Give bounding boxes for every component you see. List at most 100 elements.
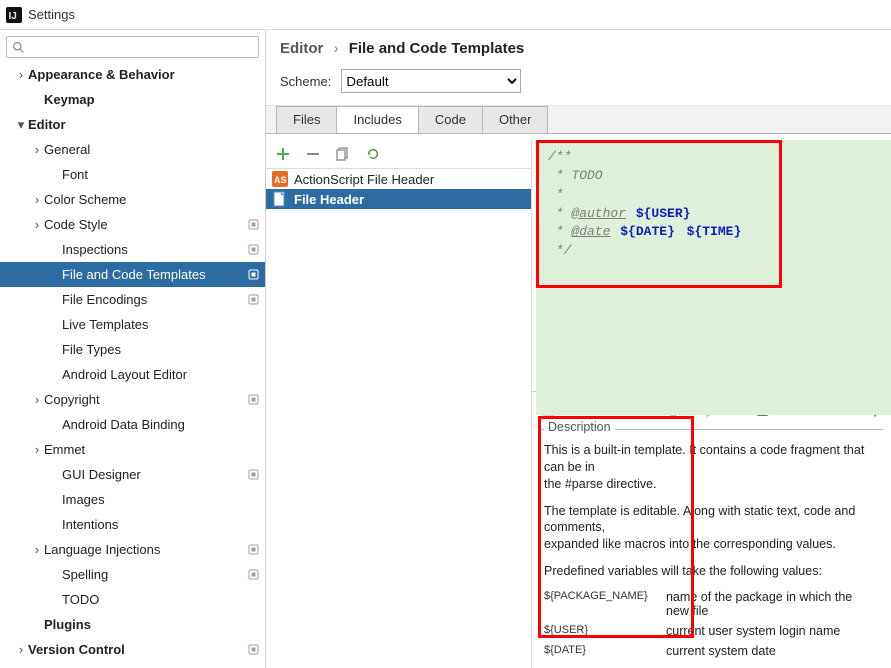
- sidebar-item-file-types[interactable]: File Types: [0, 337, 265, 362]
- per-project-icon: [247, 569, 259, 581]
- template-editor[interactable]: /** * TODO * * @author ${USER} * @date $…: [536, 140, 891, 415]
- sidebar-item-label: GUI Designer: [62, 462, 243, 487]
- sidebar-item-label: General: [44, 137, 259, 162]
- breadcrumb-root: Editor: [280, 40, 323, 57]
- settings-sidebar: ›Appearance & BehaviorKeymap▾Editor›Gene…: [0, 30, 266, 668]
- sidebar-item-android-layout-editor[interactable]: Android Layout Editor: [0, 362, 265, 387]
- breadcrumb: Editor › File and Code Templates: [266, 30, 891, 63]
- svg-text:AS: AS: [274, 175, 287, 185]
- sidebar-item-code-style[interactable]: ›Code Style: [0, 212, 265, 237]
- sidebar-item-label: Appearance & Behavior: [28, 62, 259, 87]
- description-body: This is a built-in template. It contains…: [544, 442, 877, 658]
- sidebar-item-file-and-code-templates[interactable]: File and Code Templates: [0, 262, 265, 287]
- titlebar: IJ Settings: [0, 0, 891, 30]
- sidebar-item-inspections[interactable]: Inspections: [0, 237, 265, 262]
- tab-files[interactable]: Files: [276, 106, 337, 133]
- variable-explanation: name of the package in which the new fil…: [666, 590, 877, 618]
- refresh-icon[interactable]: [364, 145, 382, 163]
- breadcrumb-sep-icon: ›: [328, 40, 345, 57]
- variable-name: ${PACKAGE_NAME}: [544, 590, 666, 618]
- app-icon: IJ: [6, 7, 22, 23]
- chevron-icon: ›: [30, 212, 44, 237]
- add-icon[interactable]: [274, 145, 292, 163]
- template-item-label: File Header: [294, 192, 364, 207]
- tab-code[interactable]: Code: [418, 106, 483, 133]
- sidebar-item-label: Inspections: [62, 237, 243, 262]
- sidebar-item-plugins[interactable]: Plugins: [0, 612, 265, 637]
- sidebar-item-label: Emmet: [44, 437, 259, 462]
- sidebar-item-label: Android Layout Editor: [62, 362, 259, 387]
- chevron-icon: ›: [14, 637, 28, 662]
- chevron-icon: ›: [30, 537, 44, 562]
- variable-row: ${DATE}current system date: [544, 644, 877, 658]
- sidebar-item-label: Android Data Binding: [62, 412, 259, 437]
- settings-tree[interactable]: ›Appearance & BehaviorKeymap▾Editor›Gene…: [0, 62, 265, 668]
- sidebar-item-label: Code Style: [44, 212, 243, 237]
- chevron-icon: ▾: [14, 112, 28, 137]
- sidebar-item-spelling[interactable]: Spelling: [0, 562, 265, 587]
- sidebar-item-images[interactable]: Images: [0, 487, 265, 512]
- sidebar-item-language-injections[interactable]: ›Language Injections: [0, 537, 265, 562]
- chevron-icon: ›: [14, 62, 28, 87]
- sidebar-item-file-encodings[interactable]: File Encodings: [0, 287, 265, 312]
- chevron-icon: ›: [30, 437, 44, 462]
- per-project-icon: [247, 544, 259, 556]
- template-tabs: FilesIncludesCodeOther: [266, 105, 891, 134]
- sidebar-item-appearance-behavior[interactable]: ›Appearance & Behavior: [0, 62, 265, 87]
- description-legend: Description: [544, 420, 615, 434]
- variable-row: ${USER}current user system login name: [544, 624, 877, 638]
- tab-other[interactable]: Other: [482, 106, 549, 133]
- search-box: [6, 36, 259, 58]
- sidebar-item-label: Editor: [28, 112, 259, 137]
- search-input[interactable]: [6, 36, 259, 58]
- template-list[interactable]: AS ActionScript File Header File Header: [266, 169, 531, 668]
- svg-text:IJ: IJ: [9, 11, 17, 22]
- sidebar-item-label: Spelling: [62, 562, 243, 587]
- template-item[interactable]: File Header: [266, 189, 531, 209]
- window-title: Settings: [28, 7, 75, 22]
- chevron-icon: ›: [30, 137, 44, 162]
- per-project-icon: [247, 269, 259, 281]
- sidebar-item-live-templates[interactable]: Live Templates: [0, 312, 265, 337]
- per-project-icon: [247, 219, 259, 231]
- sidebar-item-label: Font: [62, 162, 259, 187]
- sidebar-item-editor[interactable]: ▾Editor: [0, 112, 265, 137]
- sidebar-item-todo[interactable]: TODO: [0, 587, 265, 612]
- sidebar-item-label: Color Scheme: [44, 187, 259, 212]
- as-file-icon: AS: [272, 171, 288, 187]
- sidebar-item-emmet[interactable]: ›Emmet: [0, 437, 265, 462]
- sidebar-item-label: Copyright: [44, 387, 243, 412]
- sidebar-item-label: File and Code Templates: [62, 262, 243, 287]
- sidebar-item-general[interactable]: ›General: [0, 137, 265, 162]
- sidebar-item-version-control[interactable]: ›Version Control: [0, 637, 265, 662]
- variable-explanation: current system date: [666, 644, 877, 658]
- chevron-icon: ›: [30, 187, 44, 212]
- sidebar-item-gui-designer[interactable]: GUI Designer: [0, 462, 265, 487]
- sidebar-item-font[interactable]: Font: [0, 162, 265, 187]
- tab-includes[interactable]: Includes: [336, 106, 418, 133]
- sidebar-item-intentions[interactable]: Intentions: [0, 512, 265, 537]
- scheme-label: Scheme:: [280, 74, 331, 89]
- sidebar-item-copyright[interactable]: ›Copyright: [0, 387, 265, 412]
- sidebar-item-label: File Types: [62, 337, 259, 362]
- sidebar-item-label: Images: [62, 487, 259, 512]
- sidebar-item-color-scheme[interactable]: ›Color Scheme: [0, 187, 265, 212]
- template-item-label: ActionScript File Header: [294, 172, 434, 187]
- per-project-icon: [247, 244, 259, 256]
- sidebar-item-label: Keymap: [44, 87, 259, 112]
- sidebar-item-keymap[interactable]: Keymap: [0, 87, 265, 112]
- sidebar-item-label: Live Templates: [62, 312, 259, 337]
- template-item[interactable]: AS ActionScript File Header: [266, 169, 531, 189]
- scheme-select[interactable]: Default: [341, 69, 521, 93]
- settings-detail-pane: Editor › File and Code Templates Scheme:…: [266, 30, 891, 668]
- sidebar-item-label: Intentions: [62, 512, 259, 537]
- per-project-icon: [247, 644, 259, 656]
- breadcrumb-leaf: File and Code Templates: [349, 40, 525, 57]
- variable-name: ${USER}: [544, 624, 666, 638]
- sidebar-item-android-data-binding[interactable]: Android Data Binding: [0, 412, 265, 437]
- copy-icon[interactable]: [334, 145, 352, 163]
- variable-row: ${PACKAGE_NAME}name of the package in wh…: [544, 590, 877, 618]
- remove-icon[interactable]: [304, 145, 322, 163]
- per-project-icon: [247, 294, 259, 306]
- per-project-icon: [247, 469, 259, 481]
